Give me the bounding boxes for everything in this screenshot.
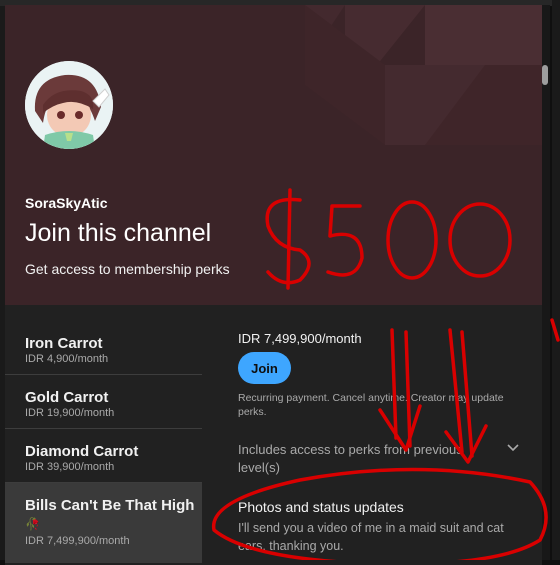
channel-avatar [25, 61, 113, 149]
tier-item-gold-carrot[interactable]: Gold Carrot IDR 19,900/month [5, 375, 202, 429]
membership-dialog: SoraSkyAtic Join this channel Get access… [5, 5, 542, 565]
join-button[interactable]: Join [238, 352, 291, 384]
channel-banner: SoraSkyAtic Join this channel Get access… [5, 5, 542, 305]
tier-price: IDR 7,499,900/month [25, 535, 130, 547]
dialog-subtitle: Get access to membership perks [25, 261, 230, 277]
tier-name: Bills Can't Be That High [25, 497, 195, 514]
banner-pattern [305, 5, 542, 145]
tier-price: IDR 39,900/month [25, 461, 115, 473]
tier-item-iron-carrot[interactable]: Iron Carrot IDR 4,900/month [5, 321, 202, 375]
chevron-down-icon[interactable] [506, 441, 520, 455]
scrollbar-thumb[interactable] [542, 65, 548, 85]
channel-name: SoraSkyAtic [25, 195, 108, 211]
tier-name: Diamond Carrot [25, 443, 139, 460]
recurring-payment-note: Recurring payment. Cancel anytime. Creat… [238, 392, 504, 418]
includes-previous-perks[interactable]: Includes access to perks from previous l… [238, 441, 488, 477]
background-page-right [552, 0, 560, 560]
tier-item-diamond-carrot[interactable]: Diamond Carrot IDR 39,900/month [5, 429, 202, 483]
perk-description: I'll send you a video of me in a maid su… [238, 521, 504, 553]
tier-name: Gold Carrot [25, 389, 109, 406]
perk-title: Photos and status updates [238, 499, 404, 515]
tier-detail-price: IDR 7,499,900/month [238, 331, 362, 346]
dialog-title: Join this channel [25, 219, 212, 247]
tier-name: Iron Carrot [25, 335, 103, 352]
tier-item-bills-cant-be-that-high[interactable]: Bills Can't Be That High 🥀 IDR 7,499,900… [5, 483, 202, 563]
tier-list: Iron Carrot IDR 4,900/month Gold Carrot … [5, 321, 202, 563]
tier-emoji: 🥀 [25, 517, 40, 531]
tier-price: IDR 19,900/month [25, 407, 115, 419]
tier-price: IDR 4,900/month [25, 353, 109, 365]
